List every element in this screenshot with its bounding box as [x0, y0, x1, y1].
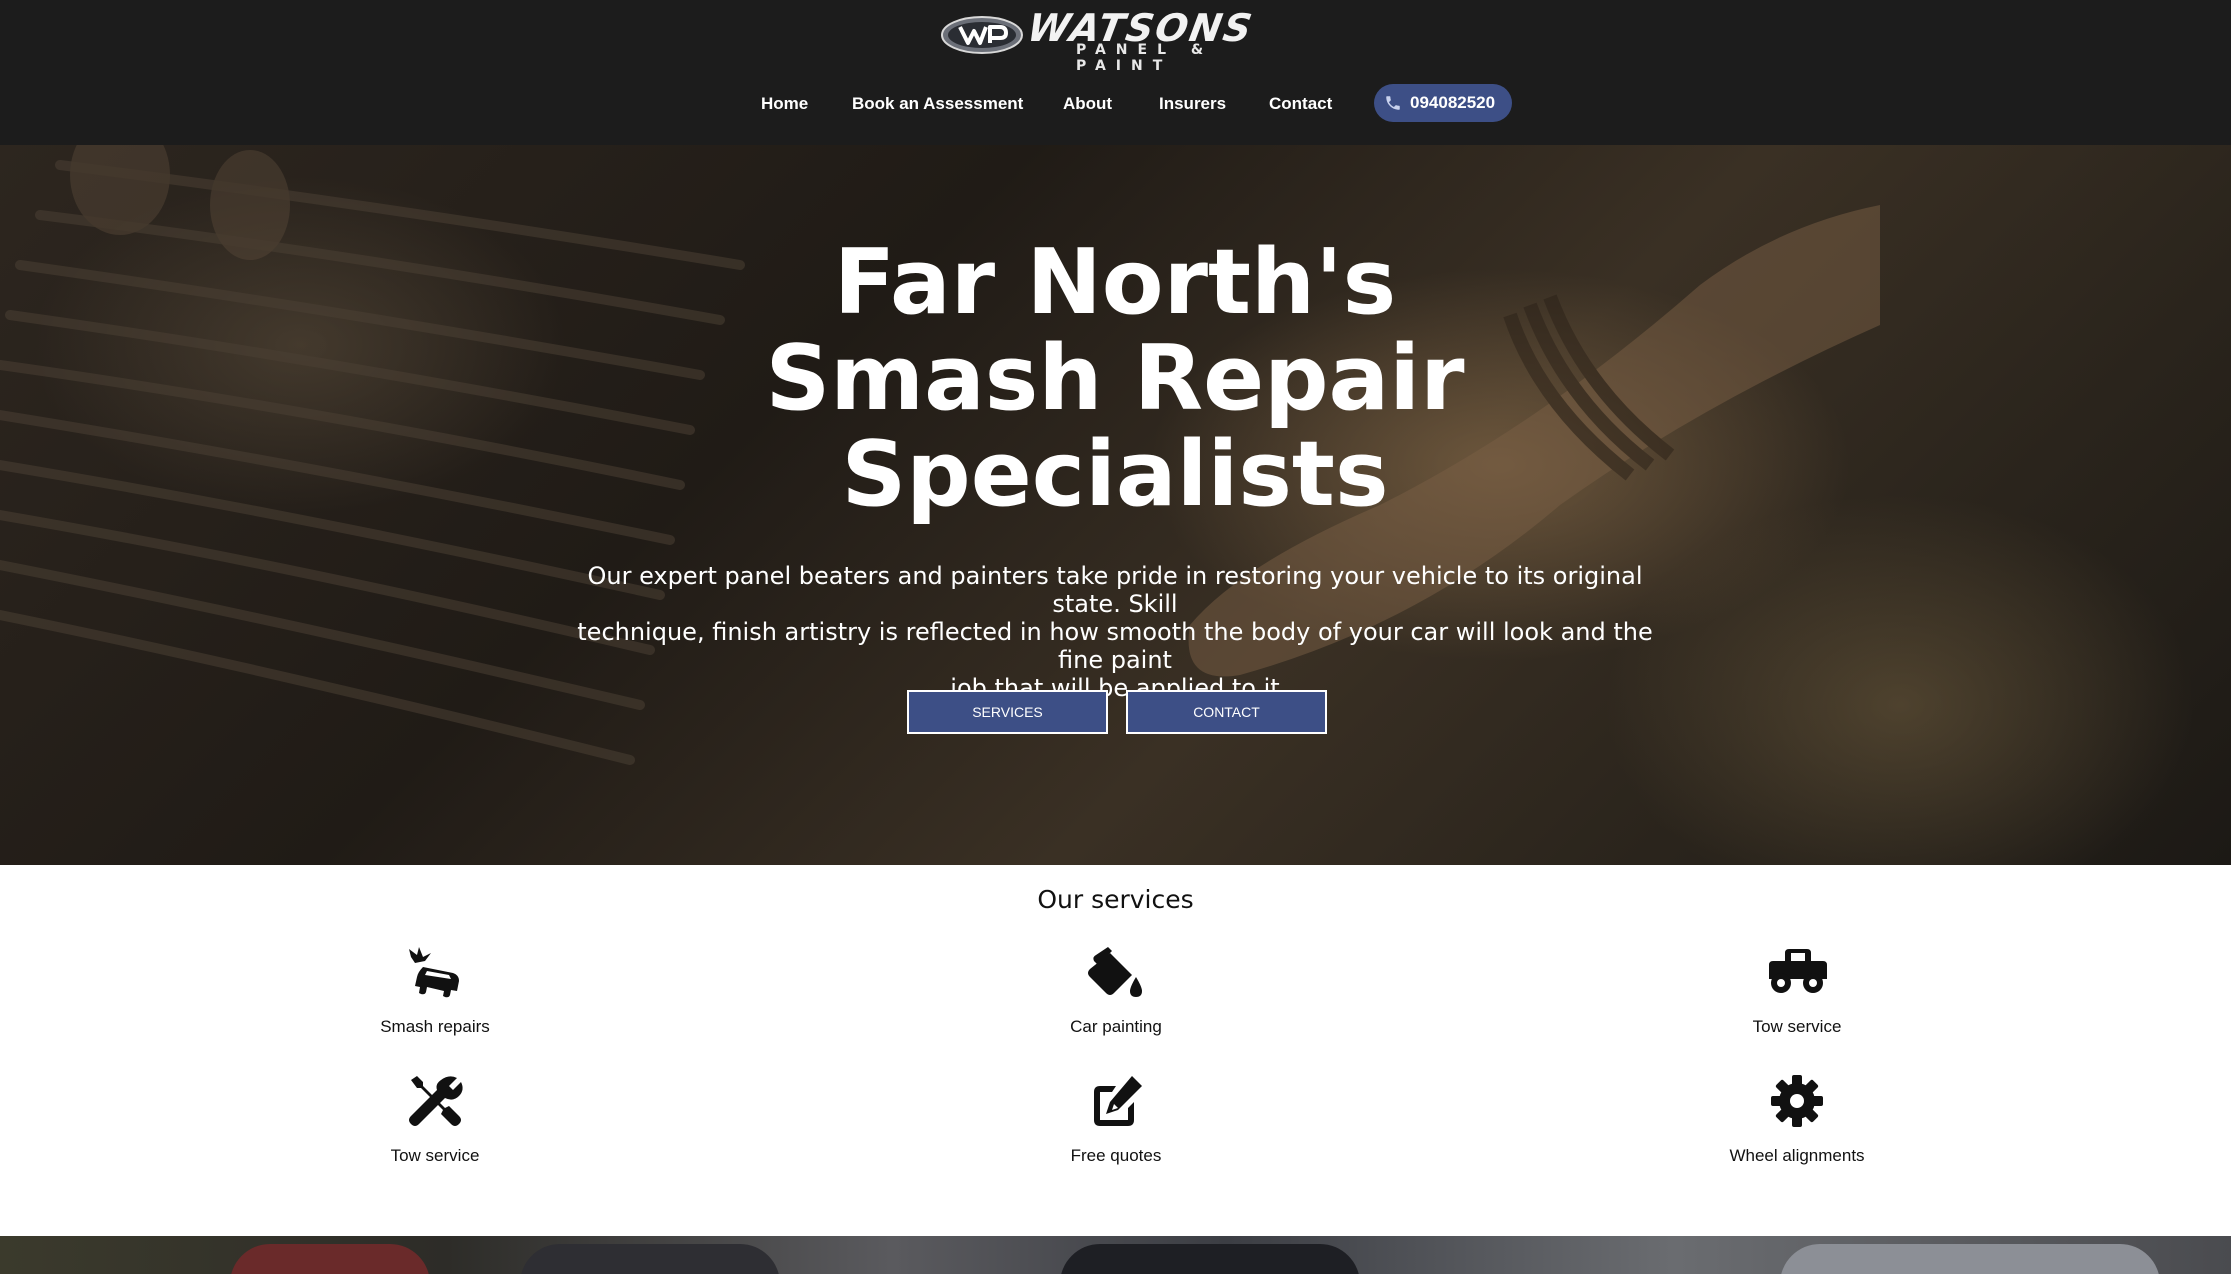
service-label: Tow service — [1752, 1017, 1842, 1036]
nav-book-assessment[interactable]: Book an Assessment — [852, 94, 1023, 114]
hero-description-line: technique, finish artistry is reflected … — [577, 618, 1653, 674]
service-label: Tow service — [390, 1146, 480, 1165]
nav-home[interactable]: Home — [761, 94, 808, 114]
hero-section: Far North's Smash Repair Specialists Our… — [0, 145, 2231, 865]
phone-number: 094082520 — [1410, 93, 1496, 112]
services-button[interactable]: SERVICES — [907, 690, 1108, 734]
hero-title-line: Specialists — [841, 422, 1389, 527]
nav-insurers[interactable]: Insurers — [1159, 94, 1226, 114]
hero-title: Far North's Smash Repair Specialists — [615, 235, 1615, 523]
edit-icon — [1094, 1076, 1142, 1126]
hero-title-line: Far North's — [833, 230, 1397, 335]
tools-icon — [409, 1076, 463, 1126]
service-car-painting[interactable]: Car painting — [966, 945, 1266, 1037]
workshop-car — [230, 1244, 430, 1274]
gear-icon — [1771, 1075, 1823, 1127]
services-heading: Our services — [1037, 885, 1194, 914]
service-label: Smash repairs — [380, 1017, 490, 1036]
brand-tagline: PANEL & PAINT — [1076, 42, 1214, 74]
hero-title-line: Smash Repair — [765, 326, 1465, 431]
wp-logo-badge-icon — [941, 16, 1023, 54]
contact-button[interactable]: CONTACT — [1126, 690, 1327, 734]
service-tow-tools[interactable]: Tow service — [285, 1074, 585, 1166]
site-header: WATSONS PANEL & PAINT Home Book an Asses… — [0, 0, 2231, 145]
car-crash-icon — [409, 947, 459, 998]
workshop-image-strip — [0, 1236, 2231, 1274]
nav-about[interactable]: About — [1063, 94, 1112, 114]
service-label: Car painting — [1070, 1017, 1162, 1036]
service-wheel-alignments[interactable]: Wheel alignments — [1647, 1074, 1947, 1166]
service-tow[interactable]: Tow service — [1647, 945, 1947, 1037]
nav-contact[interactable]: Contact — [1269, 94, 1332, 114]
hero-description-line: Our expert panel beaters and painters ta… — [587, 562, 1643, 618]
workshop-car — [1780, 1244, 2160, 1274]
phone-icon — [1386, 96, 1400, 110]
workshop-car — [1060, 1244, 1360, 1274]
service-free-quotes[interactable]: Free quotes — [966, 1074, 1266, 1166]
brand-logo[interactable]: WATSONS PANEL & PAINT — [940, 6, 1292, 74]
workshop-car — [520, 1244, 780, 1274]
service-smash-repairs[interactable]: Smash repairs — [285, 945, 585, 1037]
phone-button[interactable]: 094082520 — [1374, 84, 1512, 122]
service-label: Free quotes — [1070, 1146, 1162, 1165]
service-label: Wheel alignments — [1729, 1146, 1865, 1165]
paint-bucket-icon — [1088, 947, 1142, 997]
hero-description-line: job that will be applied to it — [950, 674, 1280, 702]
main-nav: Home Book an Assessment About Insurers C… — [0, 88, 2231, 118]
truck-icon — [1769, 949, 1827, 993]
hero-description: Our expert panel beaters and painters ta… — [555, 562, 1675, 702]
